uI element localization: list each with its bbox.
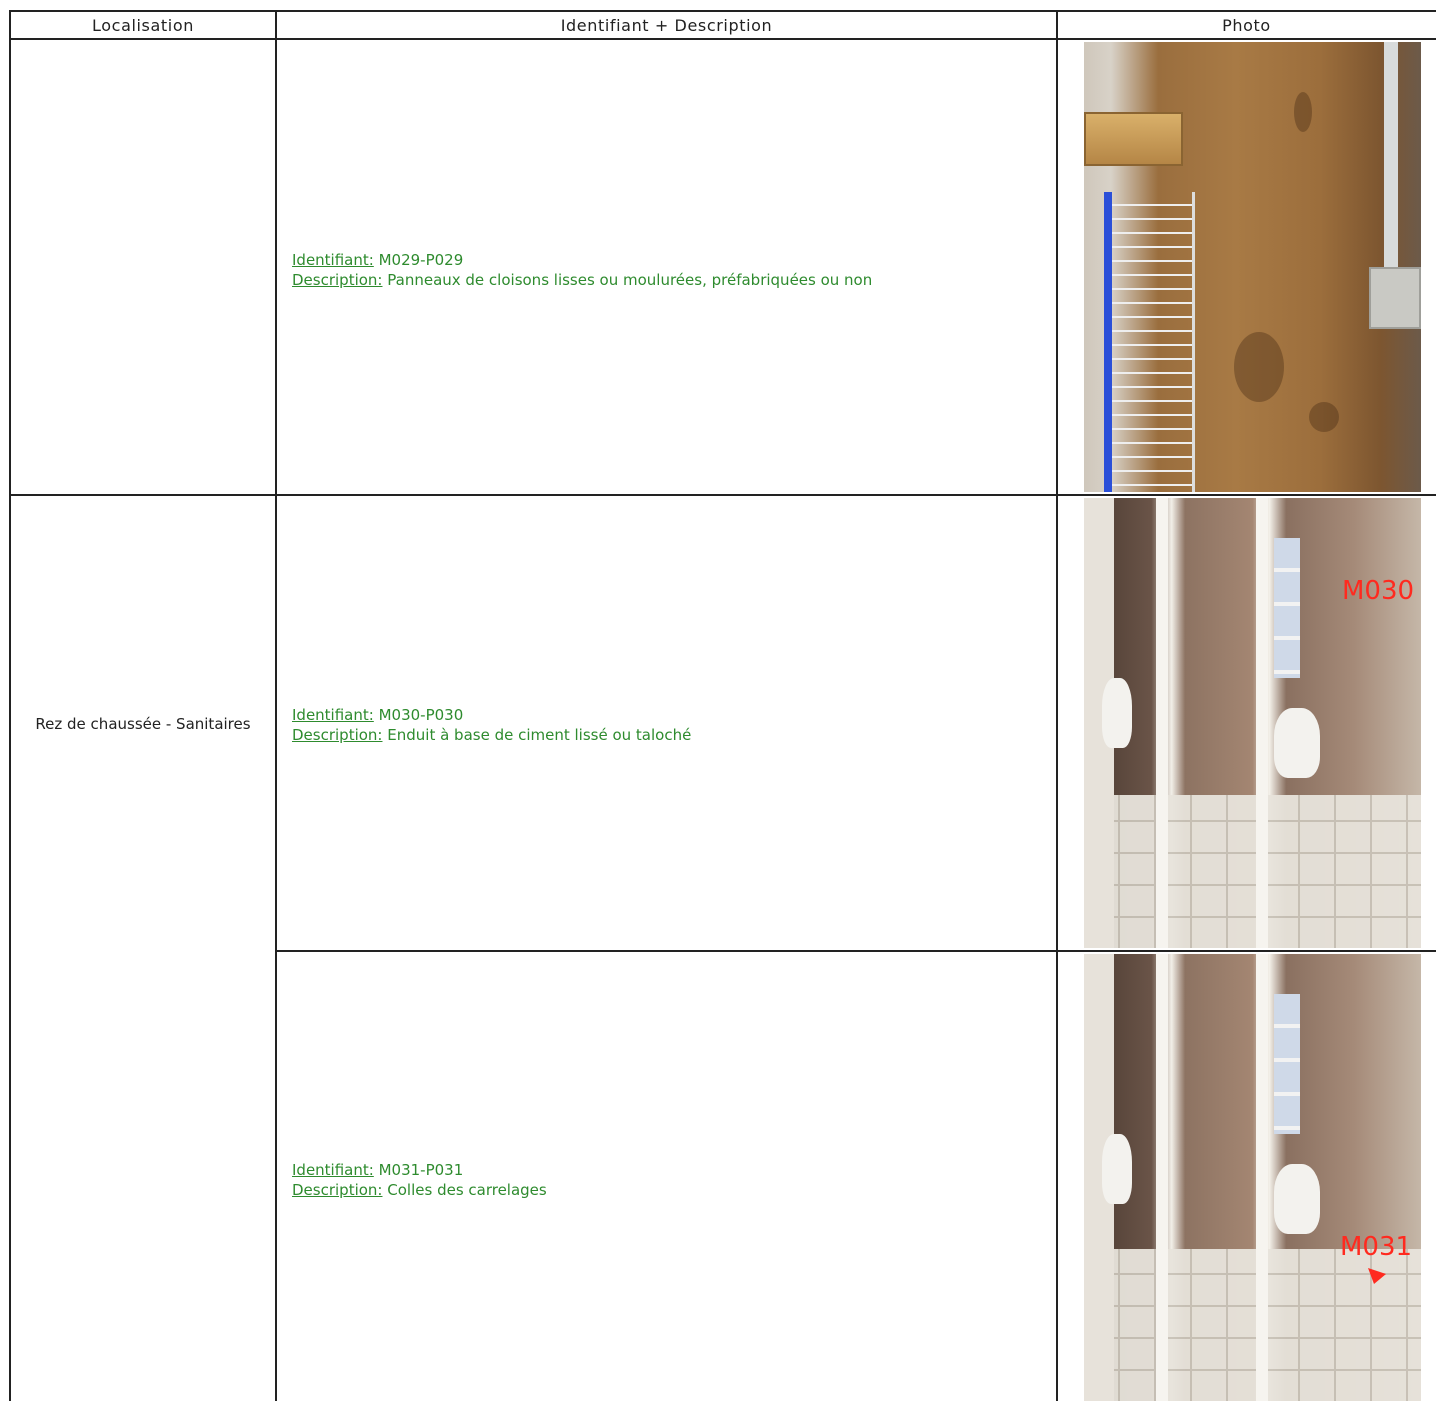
stain-shape <box>1294 92 1312 132</box>
description-value: Colles des carrelages <box>387 1181 547 1199</box>
description-value: Panneaux de cloisons lisses ou moulurées… <box>387 271 873 289</box>
table-row: Identifiant: M031-P031 Description: Coll… <box>292 1160 547 1200</box>
pipe-shape <box>1384 42 1398 272</box>
header-identifier-description: Identifiant + Description <box>560 15 773 35</box>
header-location: Localisation <box>92 15 194 35</box>
glass-block-window-shape <box>1274 538 1300 678</box>
drying-rack-shape <box>1104 192 1195 492</box>
arrow-marker-icon <box>1368 1268 1386 1284</box>
toilet-shape <box>1274 1164 1320 1234</box>
photo-m030: M030 <box>1084 498 1421 948</box>
photo-m029 <box>1084 42 1421 492</box>
identifier-label: Identifiant: <box>292 251 374 269</box>
glass-block-window-shape <box>1274 994 1300 1134</box>
description-line: Description: Enduit à base de ciment lis… <box>292 725 691 745</box>
header-photo: Photo <box>1222 15 1271 35</box>
photo-marker-label: M031 <box>1340 1232 1413 1262</box>
column-divider-2 <box>1056 10 1058 1401</box>
row-separator-1 <box>10 494 1436 496</box>
table-left-border-lower <box>9 951 11 1401</box>
wood-plank-shape <box>1084 112 1183 166</box>
toilet-shape <box>1102 678 1132 748</box>
identifier-line: Identifiant: M031-P031 <box>292 1160 547 1180</box>
table-row: Identifiant: M029-P029 Description: Pann… <box>292 250 872 290</box>
location-cell: Rez de chaussée - Sanitaires <box>35 715 251 733</box>
photo-marker-label: M030 <box>1342 576 1415 606</box>
identifier-line: Identifiant: M029-P029 <box>292 250 872 270</box>
tile-floor-shape <box>1084 795 1421 948</box>
row-separator-2 <box>276 950 1436 952</box>
description-line: Description: Colles des carrelages <box>292 1180 547 1200</box>
report-page: Localisation Identifiant + Description P… <box>0 0 1436 1401</box>
door-frame-shape <box>1156 498 1168 948</box>
identifier-value: M030-P030 <box>378 706 464 724</box>
door-frame-shape <box>1156 954 1168 1401</box>
identifier-value: M029-P029 <box>378 251 464 269</box>
photo-m031: M031 <box>1084 954 1421 1401</box>
table-row: Identifiant: M030-P030 Description: Endu… <box>292 705 691 745</box>
description-label: Description: <box>292 726 383 744</box>
description-value: Enduit à base de ciment lissé ou taloché <box>387 726 692 744</box>
stain-shape <box>1309 402 1339 432</box>
door-frame-shape <box>1256 954 1268 1401</box>
header-bottom-border <box>10 38 1436 40</box>
toilet-shape <box>1102 1134 1132 1204</box>
description-line: Description: Panneaux de cloisons lisses… <box>292 270 872 290</box>
door-frame-shape <box>1256 498 1268 948</box>
toilet-shape <box>1274 708 1320 778</box>
identifier-label: Identifiant: <box>292 1161 374 1179</box>
identifier-label: Identifiant: <box>292 706 374 724</box>
description-label: Description: <box>292 1181 383 1199</box>
identifier-value: M031-P031 <box>378 1161 464 1179</box>
stain-shape <box>1234 332 1284 402</box>
identifier-line: Identifiant: M030-P030 <box>292 705 691 725</box>
electrical-box-shape <box>1369 267 1421 329</box>
description-label: Description: <box>292 271 383 289</box>
